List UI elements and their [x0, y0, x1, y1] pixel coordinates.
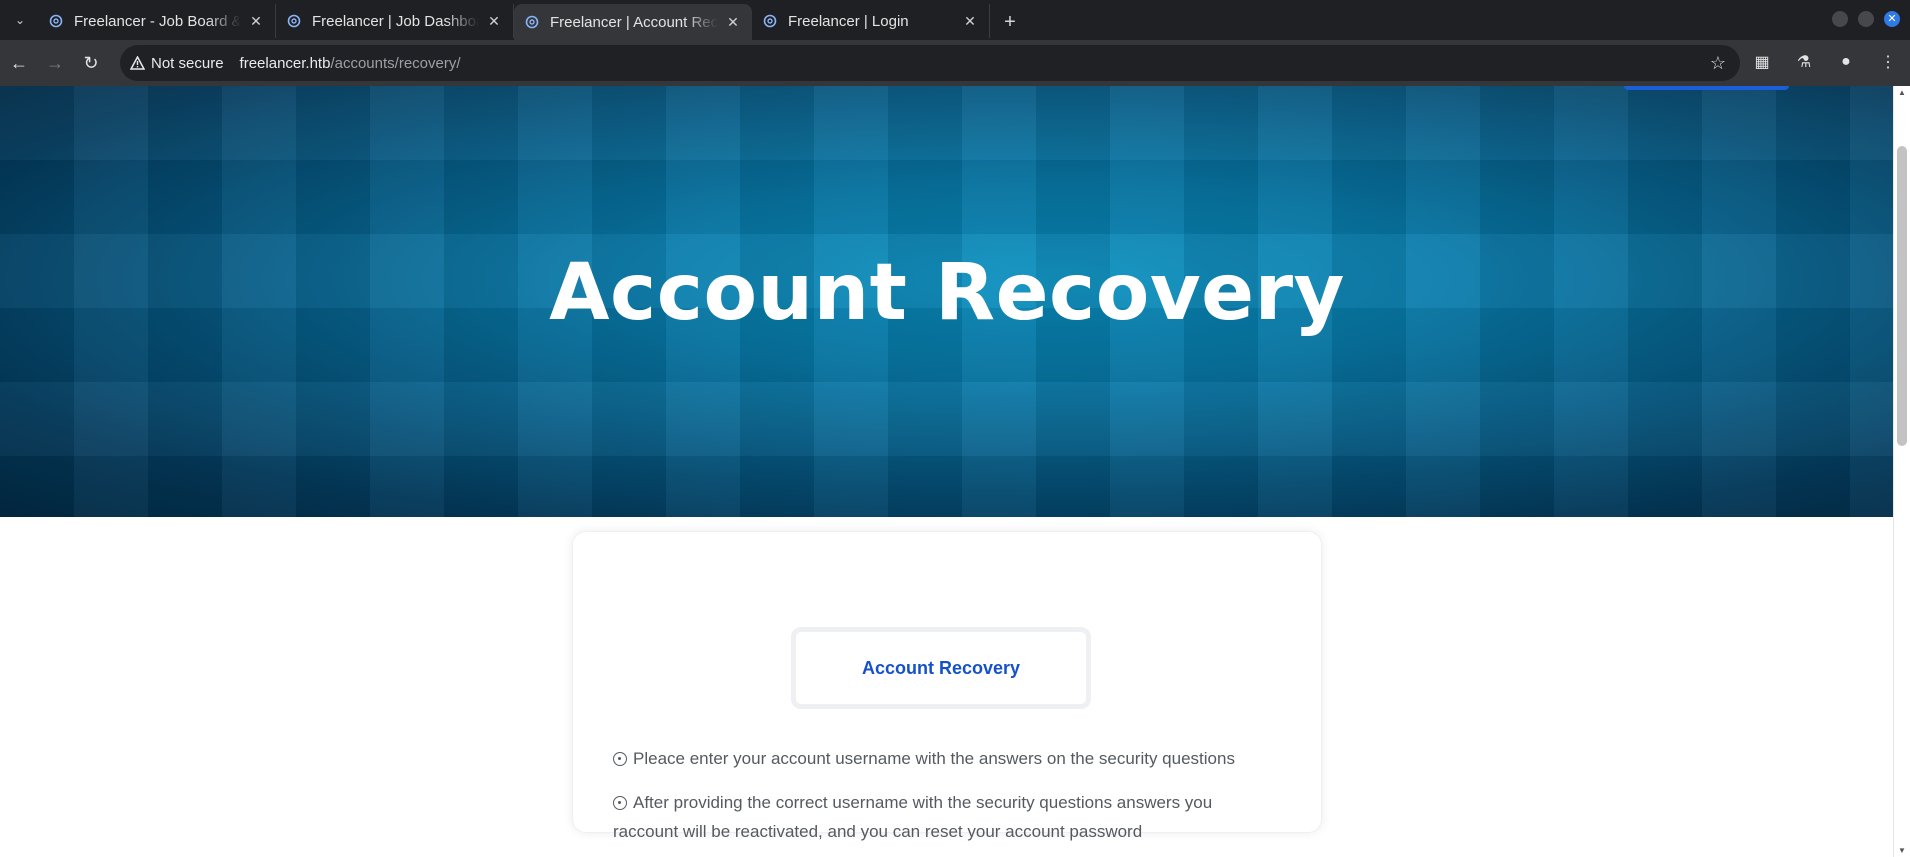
new-tab-plus-icon[interactable]: +: [996, 8, 1024, 36]
arrow-right-icon[interactable]: →: [38, 46, 72, 80]
kebab-menu-icon[interactable]: ⋮: [1876, 50, 1900, 74]
puzzle-icon[interactable]: ▦: [1750, 50, 1774, 74]
hero-banner: Account Recovery: [0, 86, 1894, 517]
address-bar[interactable]: Not secure freelancer.htb/accounts/recov…: [120, 45, 1740, 81]
tab-title: Freelancer | Login: [788, 12, 909, 30]
security-indicator[interactable]: Not secure: [130, 55, 224, 72]
tab-title: Freelancer - Job Board &: [74, 12, 241, 30]
info-text: Pleace enter your account username with …: [633, 749, 1235, 768]
toolbar-icons: ▦ ⚗ ● ⋮: [1750, 50, 1900, 74]
reload-icon[interactable]: ↻: [74, 46, 108, 80]
tab-title: Freelancer | Account Recovery: [550, 13, 718, 31]
security-label: Not secure: [151, 54, 224, 72]
close-tab-icon[interactable]: ✕: [724, 13, 742, 31]
page-title: Account Recovery: [549, 248, 1345, 338]
close-tab-icon[interactable]: ✕: [961, 12, 979, 30]
browser-toolbar: ← → ↻ Not secure freelancer.htb/accounts…: [0, 40, 1910, 86]
close-tab-icon[interactable]: ✕: [485, 12, 503, 30]
gear-favicon-icon: [525, 15, 539, 29]
arrow-left-icon[interactable]: ←: [2, 46, 36, 80]
tab-job-dashboard[interactable]: Freelancer | Job Dashboard ✕: [276, 4, 514, 38]
url-text[interactable]: freelancer.htb/accounts/recovery/: [240, 55, 461, 72]
gear-favicon-icon: [49, 14, 63, 28]
vertical-scrollbar[interactable]: ▲ ▼: [1893, 86, 1910, 857]
person-icon[interactable]: ●: [1834, 50, 1858, 74]
browser-tab-strip: ⌄ Freelancer - Job Board & ✕ Freelancer …: [0, 0, 1910, 40]
minimize-window-icon[interactable]: [1832, 11, 1848, 27]
info-line: Pleace enter your account username with …: [613, 744, 1253, 773]
tab-account-recovery-pill[interactable]: Account Recovery: [791, 627, 1091, 709]
url-path: /accounts/recovery/: [330, 54, 461, 72]
star-icon[interactable]: ☆: [1710, 53, 1726, 74]
tab-search-chevron-icon[interactable]: ⌄: [6, 6, 34, 34]
info-line: After providing the correct username wit…: [613, 788, 1253, 846]
tab-account-recovery[interactable]: Freelancer | Account Recovery ✕: [514, 4, 752, 40]
nav-button-edge[interactable]: [1624, 86, 1789, 90]
tab-login[interactable]: Freelancer | Login ✕: [752, 4, 990, 38]
close-tab-icon[interactable]: ✕: [247, 12, 265, 30]
url-host: freelancer.htb: [239, 54, 331, 72]
warning-triangle-icon: [130, 56, 145, 70]
gear-favicon-icon: [763, 14, 777, 28]
circle-dot-icon: [613, 796, 627, 810]
info-text: After providing the correct username wit…: [613, 793, 1213, 841]
flask-icon[interactable]: ⚗: [1792, 50, 1816, 74]
circle-dot-icon: [613, 752, 627, 766]
gear-favicon-icon: [287, 14, 301, 28]
tab-job-board[interactable]: Freelancer - Job Board & ✕: [38, 4, 276, 38]
scroll-down-icon[interactable]: ▼: [1898, 846, 1906, 855]
close-window-icon[interactable]: ✕: [1884, 11, 1900, 27]
maximize-window-icon[interactable]: [1858, 11, 1874, 27]
window-controls: ✕: [1832, 11, 1900, 27]
scroll-up-icon[interactable]: ▲: [1898, 88, 1906, 97]
scrollbar-thumb[interactable]: [1897, 146, 1907, 446]
tab-title: Freelancer | Job Dashboard: [312, 12, 479, 30]
